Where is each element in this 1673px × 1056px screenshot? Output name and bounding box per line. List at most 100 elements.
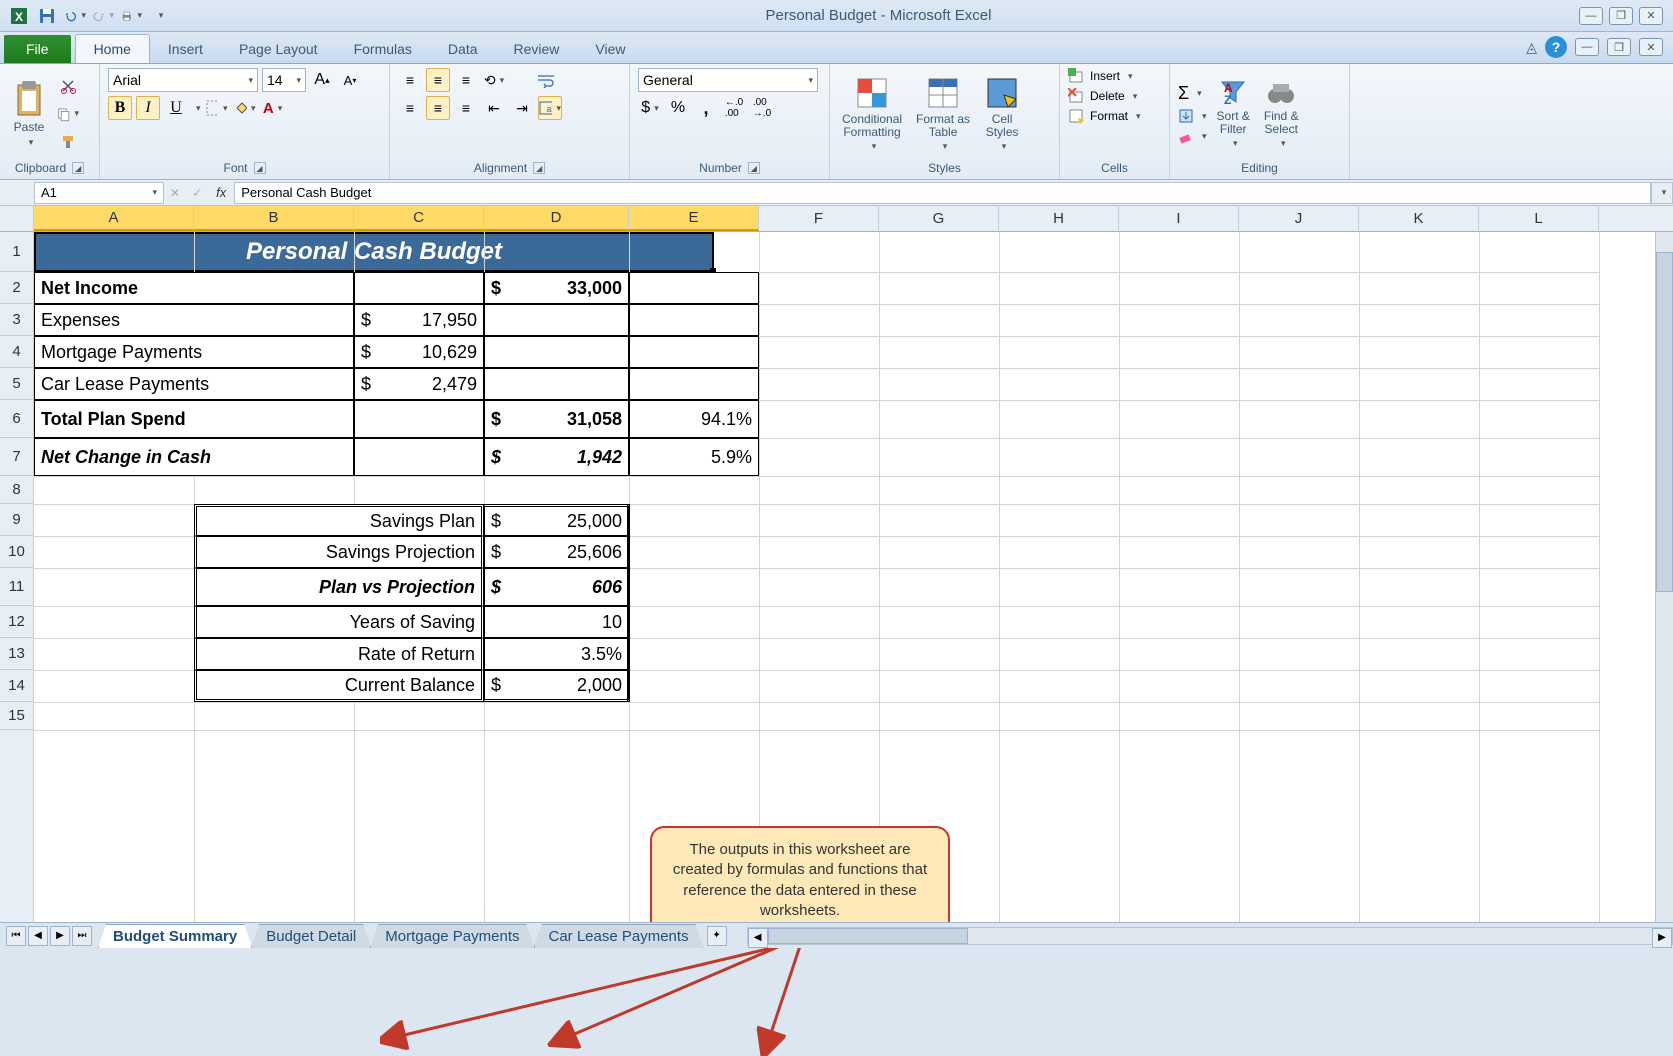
column-header-G[interactable]: G <box>879 206 999 231</box>
column-header-B[interactable]: B <box>194 206 354 231</box>
cell[interactable]: $2,000 <box>484 670 629 702</box>
row-header-3[interactable]: 3 <box>0 304 33 336</box>
row-header-6[interactable]: 6 <box>0 400 33 438</box>
row-header-15[interactable]: 15 <box>0 702 33 730</box>
next-sheet-button[interactable]: ▶ <box>50 926 70 946</box>
cell[interactable] <box>354 272 484 304</box>
cancel-formula-icon[interactable]: ✕ <box>170 186 180 200</box>
row-header-4[interactable]: 4 <box>0 336 33 368</box>
tab-file[interactable]: File <box>4 35 71 63</box>
cell[interactable]: Total Plan Spend <box>34 400 354 438</box>
font-launcher[interactable]: ◢ <box>254 162 266 174</box>
row-header-13[interactable]: 13 <box>0 638 33 670</box>
new-sheet-button[interactable]: ✦ <box>707 926 727 946</box>
cell[interactable] <box>629 272 759 304</box>
percent-format-button[interactable]: % <box>666 96 690 120</box>
clipboard-launcher[interactable]: ◢ <box>72 162 84 174</box>
column-header-C[interactable]: C <box>354 206 484 231</box>
row-header-7[interactable]: 7 <box>0 438 33 476</box>
horizontal-scrollbar[interactable]: ◀▶ <box>747 927 1673 945</box>
cell[interactable] <box>629 336 759 368</box>
font-color-button[interactable]: A▾ <box>261 96 285 120</box>
cell[interactable]: $2,479 <box>354 368 484 400</box>
paste-button[interactable]: Paste ▾ <box>8 77 50 149</box>
fx-icon[interactable]: fx <box>216 185 226 200</box>
alignment-launcher[interactable]: ◢ <box>533 162 545 174</box>
cell[interactable] <box>484 336 629 368</box>
accounting-format-button[interactable]: $▾ <box>638 96 662 120</box>
row-header-5[interactable]: 5 <box>0 368 33 400</box>
cell-title[interactable]: Personal Cash Budget <box>34 232 714 272</box>
increase-decimal-button[interactable]: ←.0.00 <box>722 96 746 120</box>
minimize-ribbon-icon[interactable]: ◬ <box>1526 39 1537 56</box>
cell[interactable]: Net Income <box>34 272 354 304</box>
align-middle-button[interactable]: ≡ <box>426 68 450 92</box>
workbook-close[interactable]: ✕ <box>1639 38 1663 56</box>
format-as-table-button[interactable]: Format as Table▾ <box>912 73 974 154</box>
tab-formulas[interactable]: Formulas <box>336 35 430 63</box>
cell[interactable]: 3.5% <box>484 638 629 670</box>
increase-indent-button[interactable]: ⇥ <box>510 96 534 120</box>
copy-button[interactable]: ▾ <box>56 102 80 126</box>
restore-button[interactable]: ❐ <box>1609 7 1633 25</box>
column-header-F[interactable]: F <box>759 206 879 231</box>
cell[interactable]: Savings Plan <box>194 504 484 536</box>
row-header-10[interactable]: 10 <box>0 536 33 568</box>
quick-print-button[interactable]: ▾ <box>120 5 142 27</box>
cell[interactable]: Car Lease Payments <box>34 368 354 400</box>
cell[interactable]: Plan vs Projection <box>194 568 484 606</box>
grow-font-button[interactable]: A▴ <box>310 68 334 92</box>
workbook-minimize[interactable]: — <box>1575 38 1599 56</box>
first-sheet-button[interactable]: ⏮ <box>6 926 26 946</box>
row-header-2[interactable]: 2 <box>0 272 33 304</box>
cut-button[interactable] <box>56 74 80 98</box>
column-header-H[interactable]: H <box>999 206 1119 231</box>
number-format-combo[interactable]: General▾ <box>638 68 818 92</box>
last-sheet-button[interactable]: ⏭ <box>72 926 92 946</box>
prev-sheet-button[interactable]: ◀ <box>28 926 48 946</box>
save-button[interactable] <box>36 5 58 27</box>
worksheet-grid[interactable]: 123456789101112131415 ABCDEFGHIJKL Perso… <box>0 206 1673 948</box>
tab-home[interactable]: Home <box>75 34 150 63</box>
row-header-1[interactable]: 1 <box>0 232 33 272</box>
orientation-button[interactable]: ⟲▾ <box>482 68 506 92</box>
merge-center-button[interactable]: a▾ <box>538 96 562 120</box>
borders-button[interactable]: ▾ <box>205 96 229 120</box>
minimize-button[interactable]: — <box>1579 7 1603 25</box>
cell[interactable]: Years of Saving <box>194 606 484 638</box>
find-select-button[interactable]: Find & Select▾ <box>1260 76 1303 151</box>
name-box[interactable]: A1▾ <box>34 182 164 204</box>
qat-customize[interactable]: ▾ <box>148 5 170 27</box>
align-center-button[interactable]: ≡ <box>426 96 450 120</box>
cell[interactable] <box>354 438 484 476</box>
underline-button[interactable]: U <box>164 96 188 120</box>
help-icon[interactable]: ? <box>1545 36 1567 58</box>
align-left-button[interactable]: ≡ <box>398 96 422 120</box>
vertical-scrollbar[interactable] <box>1655 232 1673 948</box>
row-header-14[interactable]: 14 <box>0 670 33 702</box>
decrease-decimal-button[interactable]: .00→.0 <box>750 96 774 120</box>
enter-formula-icon[interactable]: ✓ <box>192 186 202 200</box>
clear-button[interactable]: ▾ <box>1178 128 1207 144</box>
workbook-restore[interactable]: ❐ <box>1607 38 1631 56</box>
column-header-K[interactable]: K <box>1359 206 1479 231</box>
number-launcher[interactable]: ◢ <box>748 162 760 174</box>
font-name-combo[interactable]: Arial▾ <box>108 68 258 92</box>
fill-button[interactable]: ▾ <box>1178 108 1207 124</box>
align-right-button[interactable]: ≡ <box>454 96 478 120</box>
bold-button[interactable]: B <box>108 96 132 120</box>
formula-input[interactable]: Personal Cash Budget <box>234 182 1651 204</box>
close-button[interactable]: ✕ <box>1639 7 1663 25</box>
tab-view[interactable]: View <box>577 35 643 63</box>
sheet-tab-car-lease-payments[interactable]: Car Lease Payments <box>534 924 704 948</box>
column-header-L[interactable]: L <box>1479 206 1599 231</box>
cell[interactable]: 10 <box>484 606 629 638</box>
cell[interactable]: Mortgage Payments <box>34 336 354 368</box>
column-header-D[interactable]: D <box>484 206 629 231</box>
cell[interactable] <box>354 400 484 438</box>
column-header-E[interactable]: E <box>629 206 759 231</box>
tab-insert[interactable]: Insert <box>150 35 221 63</box>
cell[interactable]: Current Balance <box>194 670 484 702</box>
cell[interactable]: 5.9% <box>629 438 759 476</box>
select-all-corner[interactable] <box>0 206 33 232</box>
